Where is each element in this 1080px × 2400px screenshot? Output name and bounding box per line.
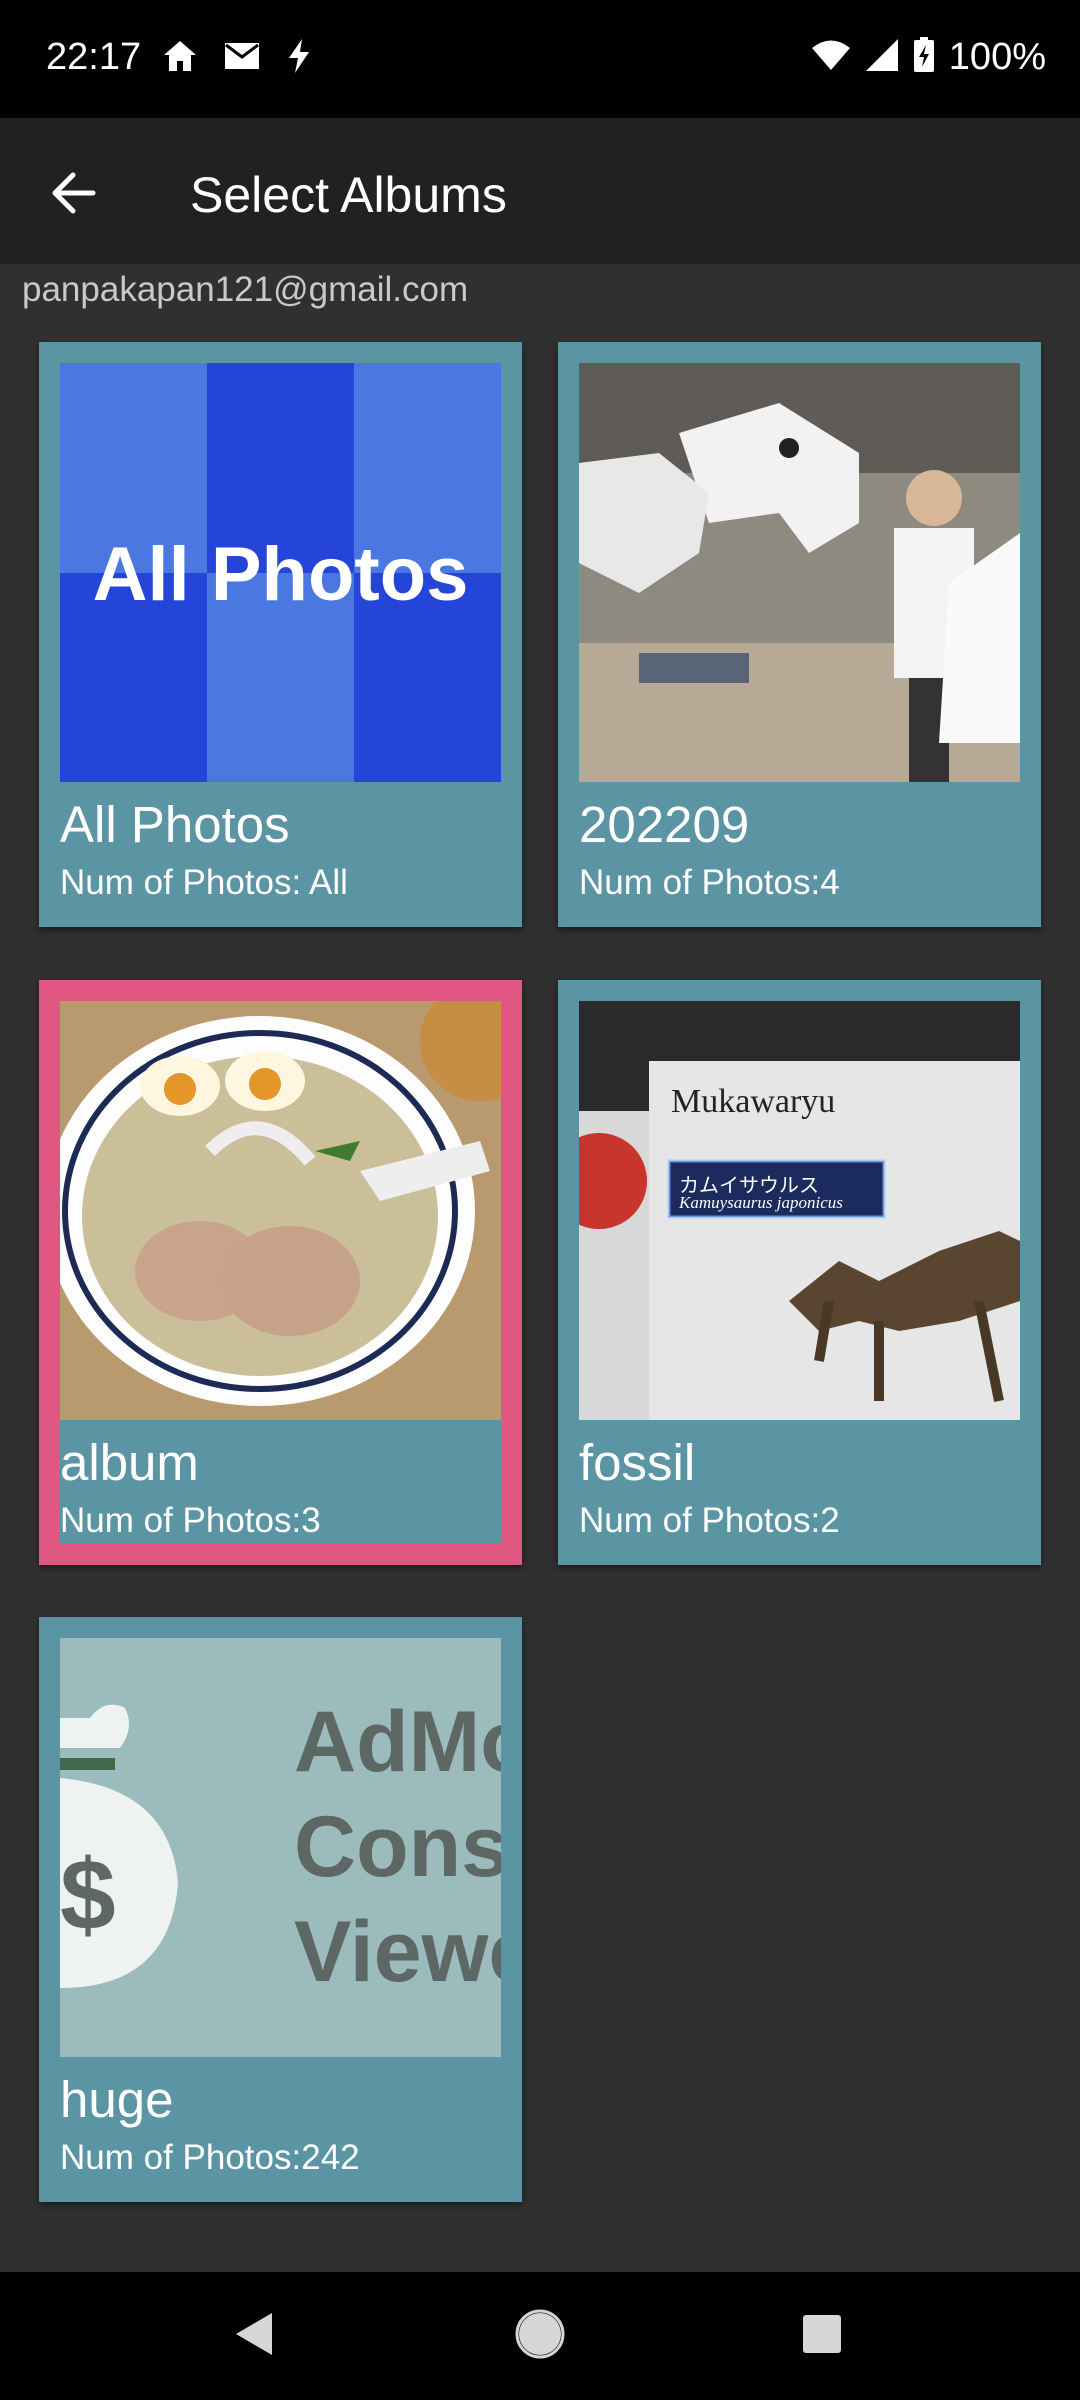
album-card-202209[interactable]: 202209 Num of Photos:4 bbox=[558, 342, 1041, 927]
nav-recents-button[interactable] bbox=[790, 2304, 854, 2368]
album-card-all-photos[interactable]: All Photos All Photos Num of Photos: All bbox=[39, 342, 522, 927]
album-thumbnail bbox=[579, 363, 1020, 782]
page-title: Select Albums bbox=[190, 167, 507, 223]
album-count: Num of Photos: All bbox=[60, 863, 348, 902]
album-name: All Photos bbox=[60, 796, 290, 853]
thumbnail-text: Conso bbox=[294, 1799, 501, 1895]
battery-percentage: 100% bbox=[948, 36, 1046, 78]
thumbnail-text: Mukawaryu bbox=[671, 1083, 836, 1120]
album-count: Num of Photos:2 bbox=[579, 1501, 840, 1540]
wifi-icon bbox=[811, 39, 851, 76]
thumbnail-text: Viewe bbox=[294, 1904, 501, 2000]
app-bar: Select Albums bbox=[0, 118, 1080, 264]
signal-icon bbox=[865, 38, 899, 77]
album-card-fossil[interactable]: Mukawaryu カムイサウルス Kamuysaurus japonicus … bbox=[558, 980, 1041, 1565]
nav-home-icon bbox=[515, 2309, 565, 2364]
album-count: Num of Photos:4 bbox=[579, 863, 840, 902]
arrow-back-icon bbox=[49, 171, 97, 220]
album-thumbnail bbox=[60, 1001, 501, 1420]
home-icon bbox=[162, 39, 198, 78]
album-name: album bbox=[60, 1434, 199, 1491]
album-thumbnail: Mukawaryu カムイサウルス Kamuysaurus japonicus bbox=[579, 1001, 1020, 1420]
nav-home-button[interactable] bbox=[508, 2304, 572, 2368]
nav-back-button[interactable] bbox=[222, 2304, 286, 2368]
nav-back-icon bbox=[232, 2311, 276, 2362]
album-name: 202209 bbox=[579, 796, 750, 853]
nav-recents-icon bbox=[801, 2313, 843, 2360]
status-time: 22:17 bbox=[46, 36, 142, 78]
thumbnail-text: Kamuysaurus japonicus bbox=[679, 1193, 843, 1212]
album-count: Num of Photos:3 bbox=[60, 1501, 321, 1540]
flash-icon bbox=[286, 38, 312, 79]
album-card-huge[interactable]: $ AdMo Conso Viewe huge Num of Photos:24… bbox=[39, 1617, 522, 2202]
mail-icon bbox=[224, 42, 260, 75]
album-name: huge bbox=[60, 2071, 174, 2128]
thumbnail-label: All Photos bbox=[92, 532, 469, 617]
dollar-icon: $ bbox=[60, 1839, 116, 1951]
album-count: Num of Photos:242 bbox=[60, 2138, 360, 2177]
navigation-bar bbox=[0, 2272, 1080, 2400]
album-thumbnail: All Photos bbox=[60, 363, 501, 782]
account-email: panpakapan121@gmail.com bbox=[22, 270, 469, 309]
battery-charging-icon bbox=[913, 37, 935, 78]
status-bar: 22:17 100% bbox=[0, 0, 1080, 118]
album-name: fossil bbox=[579, 1434, 696, 1491]
thumbnail-text: AdMo bbox=[294, 1694, 501, 1790]
album-thumbnail: $ AdMo Conso Viewe bbox=[60, 1638, 501, 2057]
album-card-album[interactable]: album Num of Photos:3 bbox=[39, 980, 522, 1565]
back-button[interactable] bbox=[38, 160, 108, 230]
